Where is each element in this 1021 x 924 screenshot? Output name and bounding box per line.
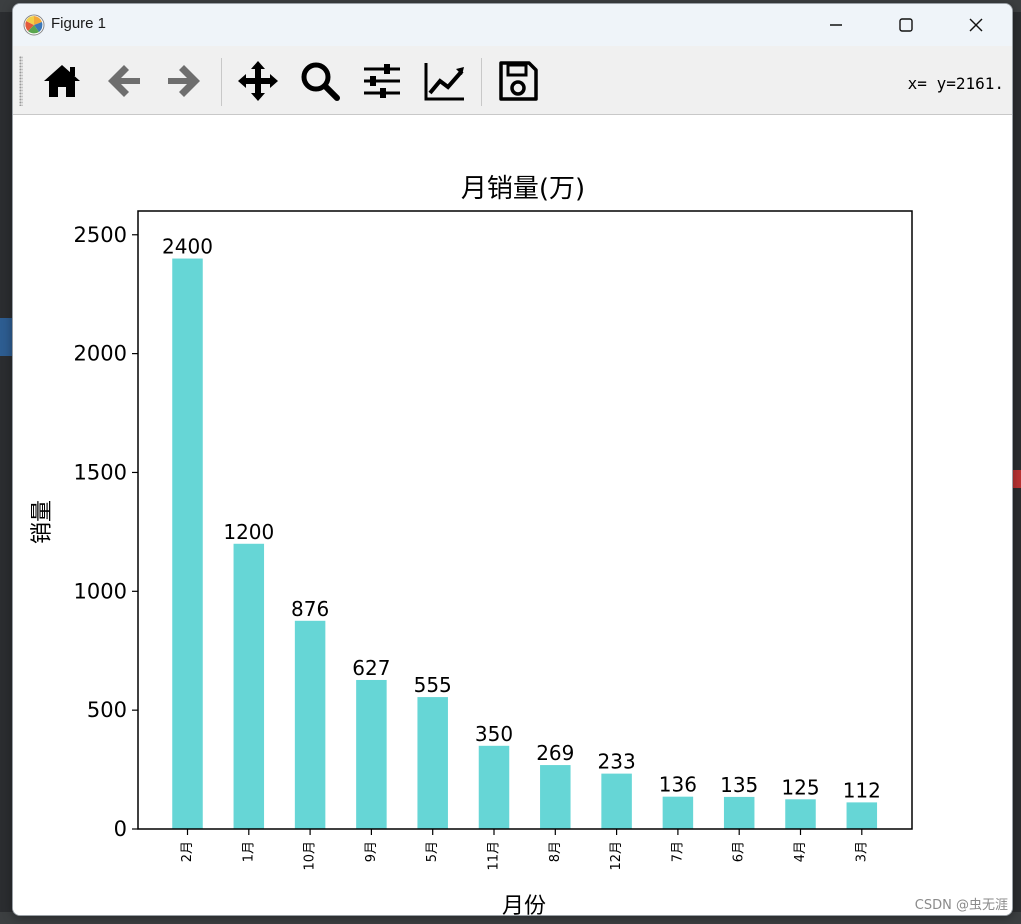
bar-5 xyxy=(478,745,510,829)
pan-move-icon xyxy=(238,61,278,101)
x-tick-label: 5月 xyxy=(425,841,440,862)
bar-1 xyxy=(233,543,265,829)
pan-button[interactable] xyxy=(235,58,281,104)
watermark-text: CSDN @虫无涯 xyxy=(914,898,1008,913)
cursor-coordinates: x= y=2161. xyxy=(907,74,1004,93)
back-button[interactable] xyxy=(101,58,147,104)
home-button[interactable] xyxy=(39,58,85,104)
zoom-button[interactable] xyxy=(297,58,343,104)
configure-subplots-icon xyxy=(364,64,400,98)
chart-title: 月销量(万) xyxy=(461,174,585,204)
y-tick-label: 1500 xyxy=(74,460,127,484)
bar-chart: 月销量(万) 2400 1200 876 627 555 350 269 233 136 135 1… xyxy=(30,174,913,915)
configure-subplots-button[interactable] xyxy=(359,58,405,104)
x-tick-label: 10月 xyxy=(303,841,318,871)
background-ide-marker xyxy=(1013,470,1021,488)
toolbar-grip[interactable] xyxy=(19,56,23,106)
bar-4 xyxy=(417,697,448,829)
bar-6 xyxy=(540,765,571,829)
bar-value-label: 1200 xyxy=(223,520,274,544)
maximize-button[interactable] xyxy=(883,4,929,46)
bar-2 xyxy=(294,620,326,829)
toolbar-separator xyxy=(221,58,222,106)
bar-11 xyxy=(846,802,878,829)
maximize-icon xyxy=(899,18,913,32)
bars-group xyxy=(172,258,878,829)
matplotlib-logo-icon xyxy=(23,14,45,36)
x-axis-label: 月份 xyxy=(502,894,546,915)
y-tick-label: 500 xyxy=(87,698,127,722)
bar-8 xyxy=(662,796,694,829)
home-icon xyxy=(44,65,80,97)
bar-0 xyxy=(172,258,203,829)
x-tick-label: 3月 xyxy=(854,841,869,862)
save-button[interactable] xyxy=(495,58,541,104)
x-tick-label: 4月 xyxy=(793,841,808,862)
x-tick-label: 6月 xyxy=(732,841,747,862)
back-arrow-icon xyxy=(108,65,140,97)
bar-value-label: 555 xyxy=(414,673,452,697)
x-ticks-group: 2月 1月 10月 9月 5月 11月 8月 12月 7月 6月 4月 3月 xyxy=(180,829,869,871)
navigation-toolbar: x= y=2161. xyxy=(13,46,1012,115)
x-tick-label: 12月 xyxy=(609,841,624,871)
title-bar[interactable]: Figure 1 xyxy=(13,4,1012,46)
bar-3 xyxy=(356,679,387,829)
bar-value-label: 233 xyxy=(598,750,636,774)
bar-value-label: 135 xyxy=(720,773,758,797)
close-icon xyxy=(969,18,983,32)
bar-7 xyxy=(601,773,632,829)
y-axis-label: 销量 xyxy=(30,500,55,544)
x-tick-label: 11月 xyxy=(487,841,502,871)
y-tick-label: 2500 xyxy=(74,223,127,247)
bar-value-label: 350 xyxy=(475,722,513,746)
close-button[interactable] xyxy=(953,4,999,46)
bar-value-label: 627 xyxy=(352,656,390,680)
y-tick-label: 1000 xyxy=(74,579,127,603)
save-floppy-icon xyxy=(499,61,538,101)
bar-value-label: 2400 xyxy=(162,235,213,259)
x-tick-label: 2月 xyxy=(180,841,195,862)
bar-9 xyxy=(723,796,755,829)
figure-canvas[interactable]: 月销量(万) 2400 1200 876 627 555 350 269 233 136 135 1… xyxy=(13,115,1012,915)
background-ide-selection xyxy=(0,318,12,356)
bar-value-label: 136 xyxy=(659,773,697,797)
edit-axis-line-icon xyxy=(424,63,464,101)
x-tick-label: 7月 xyxy=(670,841,685,862)
toolbar-separator xyxy=(481,58,482,106)
bar-value-label: 112 xyxy=(843,778,881,802)
forward-arrow-icon xyxy=(168,65,200,97)
forward-button[interactable] xyxy=(161,58,207,104)
zoom-magnifier-icon xyxy=(301,62,340,101)
data-labels-group: 2400 1200 876 627 555 350 269 233 136 135 125 112 xyxy=(162,235,881,803)
minimize-button[interactable] xyxy=(813,4,859,46)
minimize-icon xyxy=(830,24,842,26)
x-tick-label: 1月 xyxy=(241,841,256,862)
y-tick-label: 0 xyxy=(114,817,127,841)
y-ticks-group: 0 500 1000 1500 2000 2500 xyxy=(74,223,138,841)
bar-value-label: 125 xyxy=(781,775,819,799)
x-tick-label: 9月 xyxy=(364,841,379,862)
edit-axis-button[interactable] xyxy=(421,58,467,104)
figure-window: Figure 1 x= y=2161. 月销量(万) 2400 1200 876… xyxy=(12,3,1013,916)
window-title: Figure 1 xyxy=(51,15,107,32)
x-tick-label: 8月 xyxy=(548,841,563,862)
bar-10 xyxy=(785,799,816,829)
bar-value-label: 269 xyxy=(536,741,574,765)
y-tick-label: 2000 xyxy=(74,342,127,366)
bar-value-label: 876 xyxy=(291,597,329,621)
